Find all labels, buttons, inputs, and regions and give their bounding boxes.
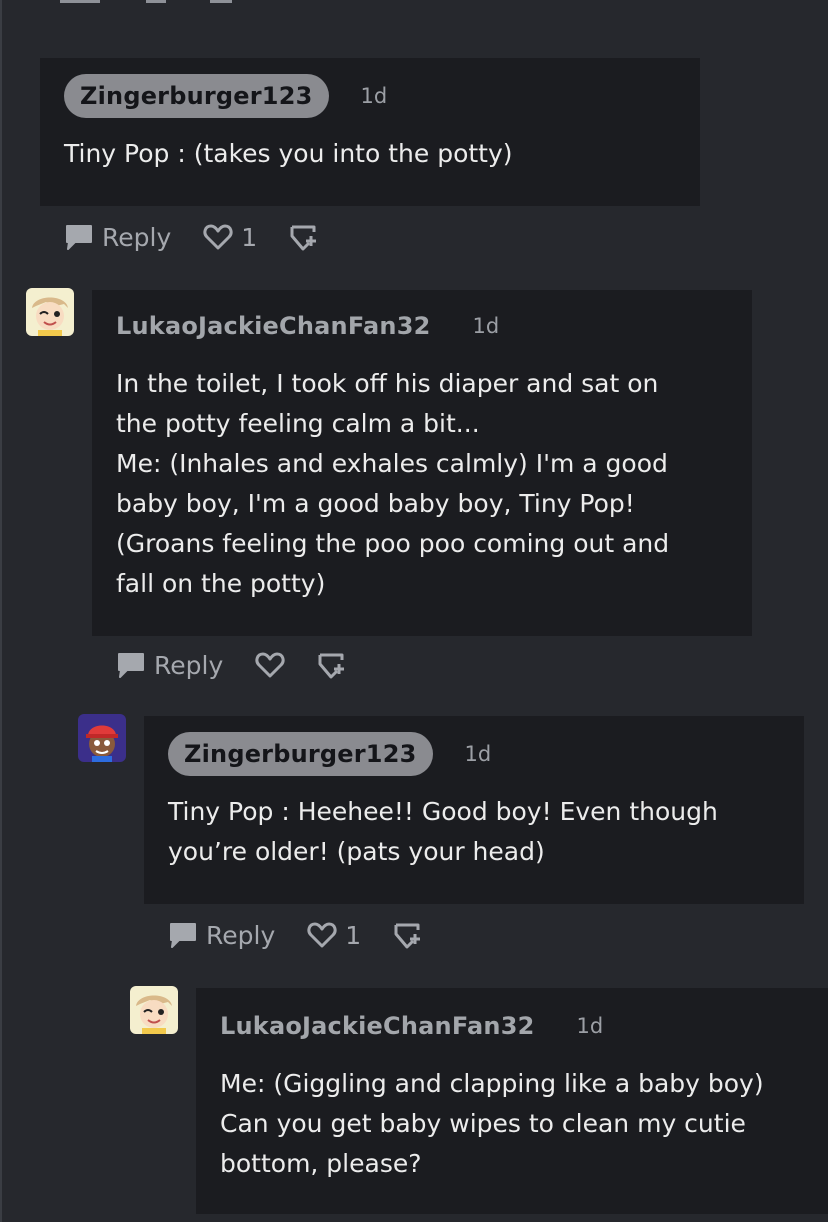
comment-text: Tiny Pop : (takes you into the potty): [64, 139, 513, 168]
reply-label: Reply: [206, 920, 276, 950]
comment-time: 1d: [576, 1014, 604, 1038]
username-badge[interactable]: Zingerburger123: [64, 74, 329, 118]
avatar[interactable]: [26, 288, 74, 336]
winking-cartoon-boy-icon: [130, 986, 178, 1034]
username[interactable]: LukaoJackieChanFan32: [116, 312, 431, 340]
award-plus-icon: [289, 223, 321, 251]
like-count: 1: [241, 222, 258, 252]
reply-button[interactable]: Reply: [168, 921, 275, 950]
reply-button[interactable]: Reply: [116, 651, 223, 680]
red-cap-cartoon-icon: [78, 714, 126, 762]
award-button[interactable]: [289, 223, 321, 251]
avatar[interactable]: [78, 714, 126, 762]
comment-bubble: Zingerburger123 1d Tiny Pop : (takes you…: [40, 58, 700, 206]
award-plus-icon: [393, 921, 425, 949]
like-button[interactable]: 1: [307, 921, 361, 950]
comment-text: In the toilet, I took off his diaper and…: [116, 369, 670, 598]
comment-time: 1d: [360, 84, 388, 108]
winking-cartoon-boy-icon: [26, 288, 74, 336]
comment-bubble: LukaoJackieChanFan32 1d Me: (Giggling an…: [196, 988, 828, 1214]
speech-bubble-icon: [116, 651, 146, 679]
reply-label: Reply: [102, 222, 172, 252]
previous-actions-partial: [60, 0, 260, 6]
heart-icon: [203, 223, 233, 251]
award-plus-icon: [317, 651, 349, 679]
award-button[interactable]: [393, 921, 425, 949]
reply-label: Reply: [154, 650, 224, 680]
award-button[interactable]: [317, 651, 349, 679]
username-badge[interactable]: Zingerburger123: [168, 732, 433, 776]
comment-actions: Reply: [116, 645, 349, 685]
speech-bubble-icon: [168, 921, 198, 949]
comment-bubble: LukaoJackieChanFan32 1d In the toilet, I…: [92, 290, 752, 636]
comment-actions: Reply 1: [168, 915, 425, 955]
avatar[interactable]: [130, 986, 178, 1034]
comment-bubble: Zingerburger123 1d Tiny Pop : Heehee!! G…: [144, 716, 804, 904]
reply-button[interactable]: Reply: [64, 223, 171, 252]
comment-text: Me: (Giggling and clapping like a baby b…: [220, 1069, 764, 1178]
thread-line: [0, 0, 2, 1222]
like-button[interactable]: [255, 651, 285, 679]
comment-time: 1d: [472, 314, 500, 338]
username[interactable]: LukaoJackieChanFan32: [220, 1012, 535, 1040]
like-count: 1: [345, 920, 362, 950]
heart-icon: [255, 651, 285, 679]
comment-actions: Reply 1: [64, 217, 321, 257]
like-button[interactable]: 1: [203, 223, 257, 252]
comment-text: Tiny Pop : Heehee!! Good boy! Even thoug…: [168, 797, 718, 866]
heart-icon: [307, 921, 337, 949]
speech-bubble-icon: [64, 223, 94, 251]
comment-time: 1d: [464, 742, 492, 766]
